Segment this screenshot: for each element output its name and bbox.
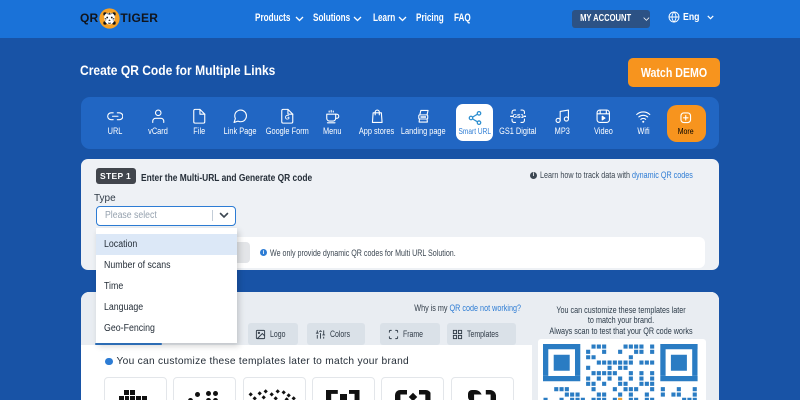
svg-text:G: G [285,114,290,121]
svg-text:GS1: GS1 [512,114,523,120]
